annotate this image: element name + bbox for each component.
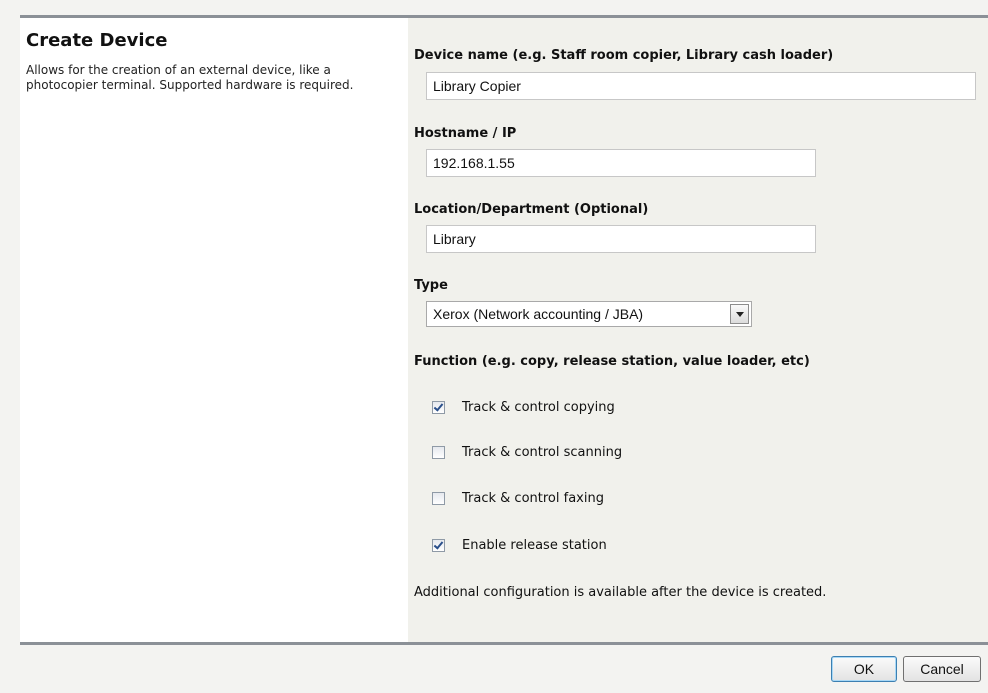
create-device-dialog: Create Device Allows for the creation of… bbox=[0, 0, 988, 693]
function-option-copying[interactable]: Track & control copying bbox=[432, 397, 615, 417]
release-station-label: Enable release station bbox=[462, 537, 607, 553]
description-panel bbox=[20, 18, 408, 642]
scanning-checkbox[interactable] bbox=[432, 445, 445, 459]
faxing-label: Track & control faxing bbox=[462, 490, 604, 506]
function-option-scanning[interactable]: Track & control scanning bbox=[432, 442, 622, 462]
scanning-label: Track & control scanning bbox=[462, 444, 623, 460]
configuration-note: Additional configuration is available af… bbox=[414, 585, 827, 600]
faxing-checkbox[interactable] bbox=[432, 491, 445, 505]
page-description: Allows for the creation of an external d… bbox=[26, 63, 354, 92]
device-name-label: Device name (e.g. Staff room copier, Lib… bbox=[414, 48, 834, 63]
device-name-input[interactable] bbox=[426, 72, 976, 100]
type-select-value: Xerox (Network accounting / JBA) bbox=[433, 306, 644, 322]
chevron-down-icon[interactable] bbox=[730, 304, 749, 324]
location-label: Location/Department (Optional) bbox=[414, 202, 649, 217]
ok-button[interactable]: OK bbox=[831, 656, 897, 682]
hostname-input[interactable] bbox=[426, 149, 816, 177]
function-label: Function (e.g. copy, release station, va… bbox=[414, 354, 810, 369]
page-title: Create Device bbox=[26, 30, 168, 51]
type-label: Type bbox=[414, 278, 448, 293]
type-select[interactable]: Xerox (Network accounting / JBA) bbox=[426, 301, 752, 327]
copying-label: Track & control copying bbox=[462, 399, 615, 415]
release-station-checkbox[interactable] bbox=[432, 538, 445, 552]
cancel-button[interactable]: Cancel bbox=[903, 656, 981, 682]
hostname-label: Hostname / IP bbox=[414, 126, 517, 141]
copying-checkbox[interactable] bbox=[432, 400, 445, 414]
function-option-release-station[interactable]: Enable release station bbox=[432, 535, 607, 555]
location-input[interactable] bbox=[426, 225, 816, 253]
bottom-divider bbox=[20, 642, 988, 645]
function-option-faxing[interactable]: Track & control faxing bbox=[432, 488, 604, 508]
